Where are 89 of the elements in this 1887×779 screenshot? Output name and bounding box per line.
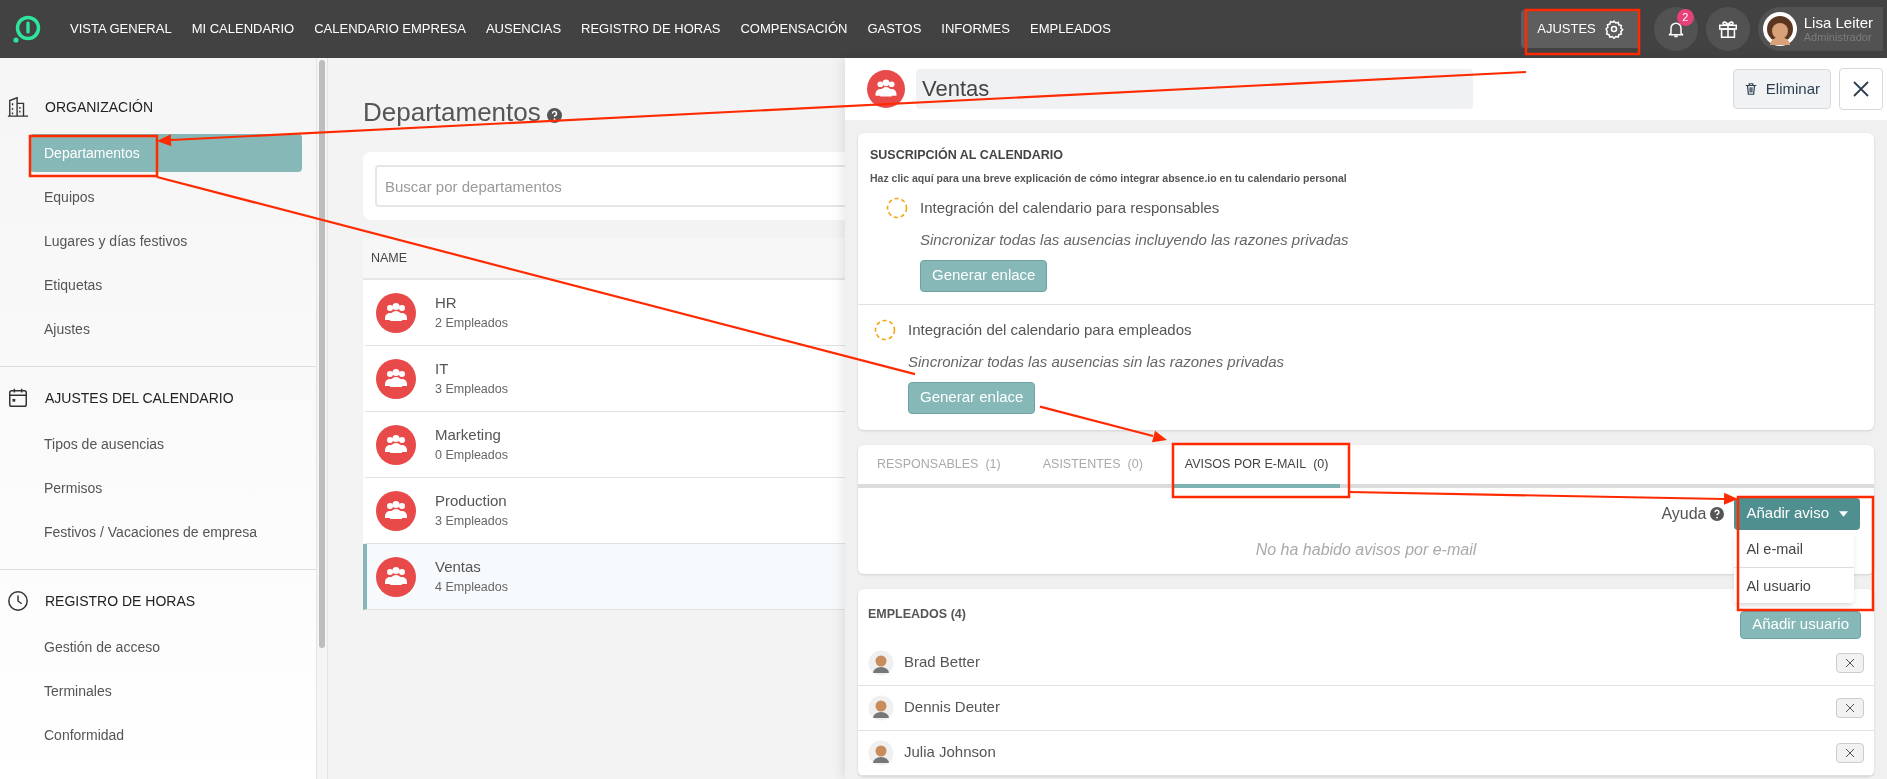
page-title: Departamentos [363,95,541,129]
empty-message: No ha habido avisos por e-mail [1255,539,1477,560]
department-name: IT [435,358,450,379]
avatar-icon [868,694,894,721]
department-name: HR [435,292,458,313]
pending-icon [874,318,896,341]
sidebar-item[interactable]: Equipos [30,178,302,216]
building-icon [7,96,29,118]
sidebar-item[interactable]: Terminales [30,672,302,710]
help-link[interactable]: Ayuda [1661,501,1707,526]
card-heading: EMPLEADOS (4) [868,605,966,623]
section-heading: AJUSTES DEL CALENDARIO [45,388,234,408]
employee-count: 2 Empleados [435,315,508,333]
clock-icon [7,590,29,612]
table-row[interactable]: Ventas 4 Empleados [363,544,845,610]
gear-icon [1603,19,1624,39]
sidebar-item[interactable]: Gestión de acceso [30,628,302,666]
avatar-icon [868,649,894,676]
close-icon [1853,81,1869,97]
help-icon [546,107,562,123]
search-field[interactable]: Buscar por departamentos [375,165,845,207]
nav-link[interactable]: CALENDARIO EMPRESA [304,19,476,39]
scrollbar[interactable] [319,60,325,648]
group-icon [376,556,416,597]
help-icon [1710,506,1725,521]
section-heading: ORGANIZACIÓN [45,97,154,117]
sidebar-item[interactable]: Tipos de ausencias [30,425,302,463]
nav-link[interactable]: EMPLEADOS [1019,19,1121,39]
department-name: Production [435,490,508,511]
pending-icon [886,196,908,219]
employee-count: 3 Empleados [435,381,508,399]
group-icon [376,424,416,465]
nav-link[interactable]: AUSENCIAS [475,19,572,39]
sidebar-item[interactable]: Lugares y días festivos [30,222,302,260]
department-name: Marketing [435,424,502,445]
department-name: Ventas [435,556,482,577]
nav-link[interactable]: COMPENSACIÓN [730,19,858,39]
gift-button[interactable] [1705,7,1750,51]
close-icon [1846,658,1854,667]
name-field[interactable]: Ventas [916,69,1473,109]
nav-link[interactable]: GASTOS [857,19,932,39]
group-icon [376,490,416,531]
calendar-icon [7,387,29,409]
group-icon [867,70,905,108]
notifications-button[interactable]: 2 [1653,7,1698,51]
user-name: Lisa Leiter [1803,15,1873,30]
employee-name: Brad Better [904,652,981,673]
add-notice-button[interactable]: Añadir aviso [1734,497,1860,530]
intro-text: Haz clic aquí para una breve explicación de cómo integrar absence.io en tu calendario personal [870,170,1348,186]
gift-icon [1716,18,1739,40]
close-button[interactable] [1839,68,1883,110]
employee-name: Julia Johnson [904,742,997,763]
nav-link[interactable]: INFORMES [931,19,1020,39]
card-heading: SUSCRIPCIÓN AL CALENDARIO [870,146,1065,164]
close-icon [1846,703,1854,712]
nav-link[interactable]: REGISTRO DE HORAS [571,19,731,39]
sidebar-item[interactable]: Festivos / Vacaciones de empresa [30,513,302,551]
employee-count: 0 Empleados [435,447,508,465]
nav-link[interactable]: MI CALENDARIO [181,19,305,39]
employee-count: 3 Empleados [435,513,508,531]
delete-button[interactable]: Eliminar [1732,69,1831,109]
caret-icon [1839,510,1848,517]
sidebar-item[interactable]: Permisos [30,469,302,507]
notification-badge: 2 [1676,9,1694,26]
column-header: NAME [371,249,408,267]
sidebar-item[interactable]: Ajustes [30,310,302,348]
group-icon [376,358,416,399]
group-icon [376,292,416,333]
settings-button[interactable]: AJUSTES [1521,10,1640,48]
logo-icon [12,14,42,44]
integration-description: Sincronizar todas las ausencias incluyendo las razones privadas [920,230,1349,250]
nav-link[interactable]: VISTA GENERAL [60,19,182,39]
close-icon [1846,748,1854,757]
integration-title: Integración del calendario para empleados [908,319,1192,340]
tab[interactable]: AVISOS POR E-MAIL (0) [1172,444,1341,488]
avatar-icon [1761,11,1798,47]
employee-name: Dennis Deuter [904,697,1001,718]
menu-item[interactable]: Al e-mail [1734,530,1855,567]
sidebar-item[interactable]: Etiquetas [30,266,302,304]
remove-button[interactable] [1836,652,1864,673]
employee-count: 4 Empleados [435,579,508,597]
section-heading: REGISTRO DE HORAS [45,591,196,611]
trash-icon [1743,82,1758,96]
sidebar-item[interactable]: Conformidad [30,716,302,754]
integration-description: Sincronizar todas las ausencias sin las razones privadas [908,352,1285,372]
avatar-icon [868,739,894,766]
remove-button[interactable] [1836,742,1864,763]
integration-title: Integración del calendario para responsables [920,197,1220,218]
remove-button[interactable] [1836,697,1864,718]
